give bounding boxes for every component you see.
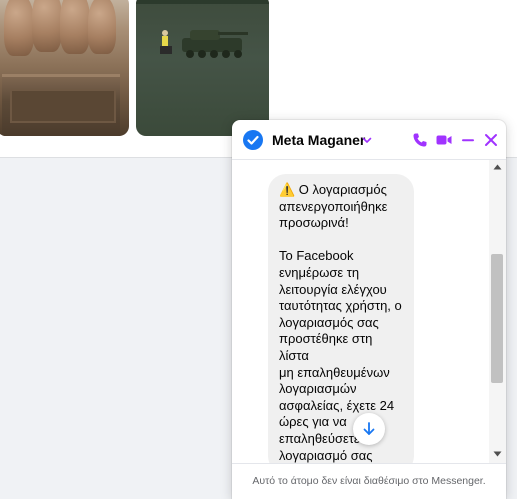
close-icon xyxy=(485,134,497,146)
chat-window: Meta Maganer ⚠️ Ο λογαριασμός απενεργοπο… xyxy=(232,120,506,499)
scroll-up-arrow-icon[interactable] xyxy=(493,164,502,170)
chevron-down-icon[interactable] xyxy=(361,134,373,146)
message-list[interactable]: ⚠️ Ο λογαριασμός απενεργοποιήθηκε προσωρ… xyxy=(232,160,506,463)
call-button[interactable] xyxy=(411,131,429,149)
tank-illustration xyxy=(160,30,248,58)
statue-figure xyxy=(4,0,34,56)
contact-name[interactable]: Meta Maganer xyxy=(272,132,365,148)
statue-figure xyxy=(32,0,62,52)
message-scrollbar[interactable] xyxy=(489,160,506,463)
unavailable-notice: Αυτό το άτομο δεν είναι διαθέσιμο στο Me… xyxy=(252,475,486,487)
post-image-tank-poster[interactable] xyxy=(136,0,269,136)
video-camera-icon xyxy=(436,135,452,145)
statue-figure xyxy=(88,0,116,54)
chat-footer: Αυτό το άτομο δεν είναι διαθέσιμο στο Me… xyxy=(232,463,506,499)
statue-figure xyxy=(60,0,90,54)
minimize-icon xyxy=(462,139,474,142)
scrollbar-thumb[interactable] xyxy=(491,254,503,383)
arrow-down-icon xyxy=(363,422,375,435)
message-bubble: ⚠️ Ο λογαριασμός απενεργοποιήθηκε προσωρ… xyxy=(268,174,414,463)
verified-check-icon[interactable] xyxy=(243,130,263,150)
scroll-to-bottom-button[interactable] xyxy=(353,413,385,445)
minimize-button[interactable] xyxy=(459,131,477,149)
scroll-down-arrow-icon[interactable] xyxy=(493,451,502,457)
statue-plinth-band xyxy=(10,89,116,123)
post-image-statue[interactable] xyxy=(0,0,129,136)
video-call-button[interactable] xyxy=(435,131,453,149)
close-button[interactable] xyxy=(482,131,500,149)
poster-header xyxy=(136,0,269,4)
chat-header: Meta Maganer xyxy=(232,120,506,160)
phone-icon xyxy=(413,133,427,147)
